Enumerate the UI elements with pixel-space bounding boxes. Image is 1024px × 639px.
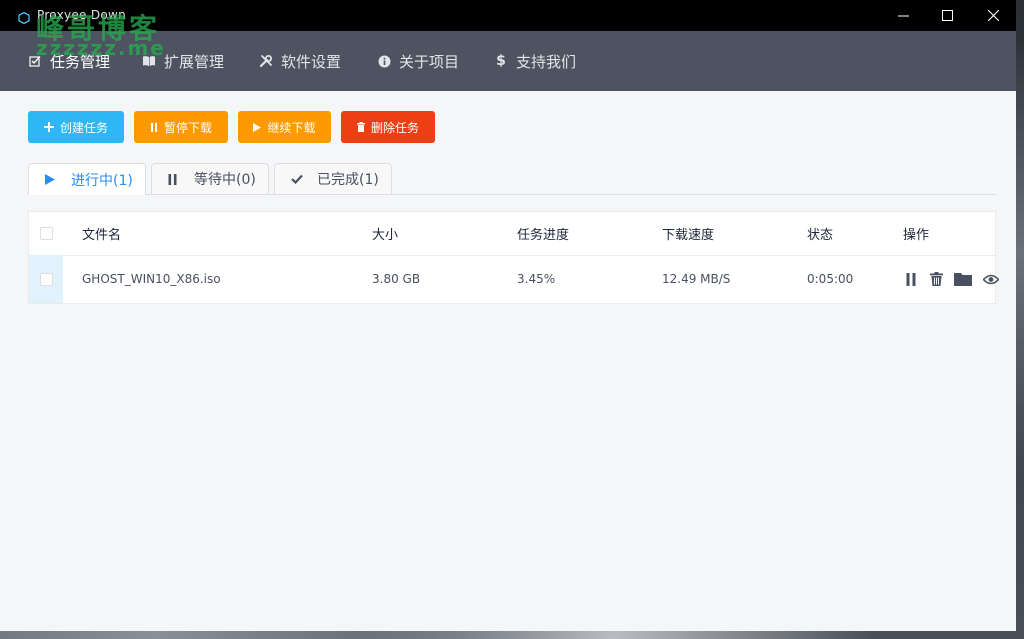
maximize-button[interactable] [924, 0, 970, 31]
delete-task-label: 删除任务 [370, 120, 419, 135]
create-task-button[interactable]: 创建任务 [28, 111, 124, 143]
nav-item-settings[interactable]: 软件设置 [259, 31, 341, 91]
pause-icon [906, 272, 916, 286]
pause-icon [168, 173, 180, 185]
app-window: Proxyee Down 任务管理 扩展管理 软件设置 关于项目 $ 支持我们 … [0, 0, 1016, 631]
tools-icon [259, 54, 273, 68]
app-logo-icon [18, 9, 30, 25]
title-bar[interactable]: Proxyee Down [0, 0, 1016, 31]
task-icon [28, 54, 42, 68]
task-progress: 3.45% [517, 272, 556, 286]
nav-item-about[interactable]: 关于项目 [377, 31, 459, 91]
column-header-progress[interactable]: 任务进度 [517, 212, 569, 255]
play-icon [45, 174, 57, 186]
tab-label: 已完成(1) [317, 172, 379, 188]
open-folder-button[interactable] [953, 271, 973, 287]
delete-task-button[interactable]: 删除任务 [341, 111, 435, 143]
tab-waiting[interactable]: 等待中(0) [151, 163, 269, 194]
pause-icon [150, 122, 158, 132]
tab-label: 等待中(0) [194, 172, 256, 188]
maximize-icon [941, 10, 953, 21]
main-nav: 任务管理 扩展管理 软件设置 关于项目 $ 支持我们 [0, 31, 1016, 91]
close-icon [987, 10, 999, 21]
pause-download-button[interactable]: 暂停下载 [134, 111, 228, 143]
table-row[interactable]: GHOST_WIN10_X86.iso 3.80 GB 3.45% 12.49 … [29, 255, 999, 303]
nav-label: 关于项目 [399, 52, 460, 71]
eye-icon [983, 274, 999, 284]
check-icon [291, 173, 303, 185]
row-checkbox[interactable] [39, 272, 53, 286]
file-size: 3.80 GB [372, 272, 421, 286]
row-actions [903, 255, 1000, 303]
pause-task-button[interactable] [903, 271, 919, 287]
window-title: Proxyee Down [37, 8, 127, 22]
delete-row-button[interactable] [928, 271, 944, 287]
column-header-speed[interactable]: 下载速度 [662, 212, 714, 255]
trash-icon [929, 272, 943, 286]
plus-icon [43, 122, 54, 132]
select-all-cell [29, 212, 63, 255]
nav-label: 支持我们 [516, 52, 577, 71]
nav-label: 任务管理 [50, 52, 111, 71]
task-table: 文件名 大小 任务进度 下载速度 状态 操作 GHOST_WIN10_X86.i… [28, 211, 999, 304]
dollar-icon: $ [496, 53, 506, 69]
trash-icon [356, 122, 365, 132]
nav-item-extensions[interactable]: 扩展管理 [142, 31, 224, 91]
create-task-label: 创建任务 [59, 120, 108, 135]
download-speed: 12.49 MB/S [662, 272, 731, 286]
select-all-checkbox[interactable] [39, 227, 53, 240]
book-icon [142, 54, 156, 68]
minimize-button[interactable] [880, 0, 926, 31]
column-header-filename[interactable]: 文件名 [82, 212, 121, 255]
resume-download-label: 继续下载 [267, 120, 316, 135]
nav-label: 软件设置 [281, 52, 342, 71]
file-name: GHOST_WIN10_X86.iso [82, 272, 221, 286]
column-header-actions: 操作 [903, 228, 930, 243]
column-header-size[interactable]: 大小 [372, 212, 398, 255]
play-icon [253, 122, 262, 132]
resume-download-button[interactable]: 继续下载 [238, 111, 331, 143]
close-button[interactable] [970, 0, 1016, 31]
nav-item-support[interactable]: $ 支持我们 [494, 31, 576, 91]
column-header-status[interactable]: 状态 [807, 212, 833, 255]
info-icon [377, 54, 391, 68]
preview-button[interactable] [982, 271, 1000, 287]
folder-icon [954, 273, 972, 286]
pause-download-label: 暂停下载 [163, 120, 212, 135]
nav-item-task-management[interactable]: 任务管理 [28, 31, 110, 91]
tab-label: 进行中(1) [71, 172, 133, 189]
tab-completed[interactable]: 已完成(1) [274, 163, 392, 194]
minimize-icon [897, 15, 909, 17]
tab-running[interactable]: 进行中(1) [28, 163, 146, 195]
table-header: 文件名 大小 任务进度 下载速度 状态 操作 [29, 212, 995, 256]
row-select-cell [29, 255, 63, 303]
tabs-divider [28, 194, 996, 195]
nav-label: 扩展管理 [164, 52, 225, 71]
task-status: 0:05:00 [807, 272, 854, 286]
